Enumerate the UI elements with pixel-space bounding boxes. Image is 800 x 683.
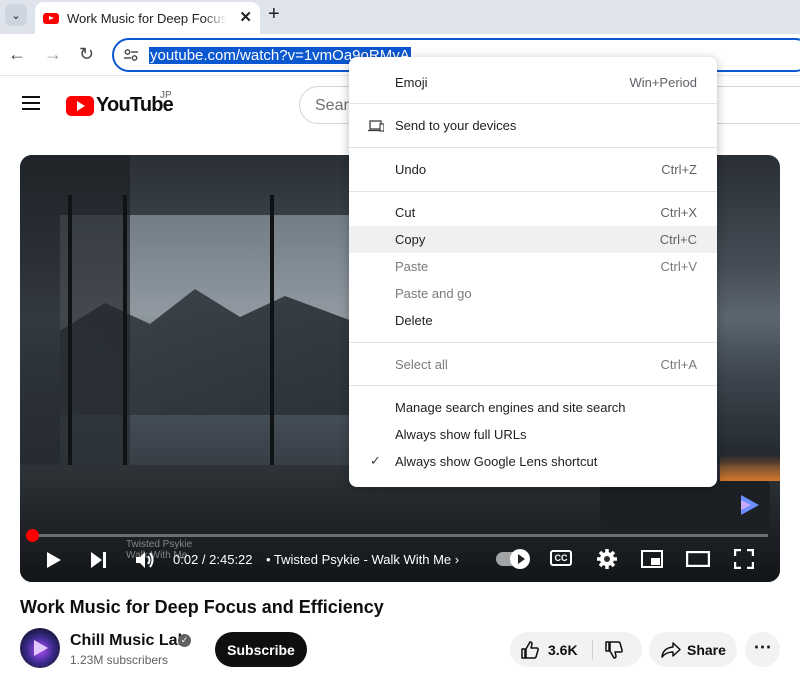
- region-code: JP: [160, 90, 172, 101]
- menu-item-manage-search-engines[interactable]: Manage search engines and site search: [349, 394, 717, 421]
- menu-item-label: Paste and go: [395, 286, 472, 301]
- menu-item-shortcut: Win+Period: [629, 75, 697, 90]
- like-count: 3.6K: [548, 642, 578, 658]
- menu-divider: [349, 385, 717, 386]
- subscribe-button[interactable]: Subscribe: [215, 632, 307, 667]
- window-mullion: [68, 195, 72, 495]
- menu-item-label: Copy: [395, 232, 426, 247]
- forward-button[interactable]: →: [44, 43, 62, 65]
- close-icon[interactable]: ✕: [239, 8, 252, 26]
- more-actions-button[interactable]: ⋯: [745, 632, 780, 667]
- menu-item-select-all[interactable]: Select all Ctrl+A: [349, 351, 717, 378]
- share-arrow-icon: [661, 642, 681, 658]
- youtube-logo[interactable]: YouTube: [66, 94, 174, 117]
- context-menu: Emoji Win+Period Send to your devices Un…: [349, 57, 717, 487]
- youtube-favicon-icon: [43, 12, 59, 24]
- autoplay-toggle[interactable]: [496, 549, 530, 569]
- share-label: Share: [687, 642, 726, 658]
- chapter-label: • Twisted Psykie - Walk With Me: [266, 552, 452, 567]
- progress-bar[interactable]: [32, 534, 768, 537]
- site-info-icon[interactable]: [123, 47, 139, 63]
- menu-item-shortcut: Ctrl+C: [659, 232, 697, 247]
- fullscreen-icon[interactable]: [734, 549, 754, 569]
- player-controls: Twisted Psykie Walk With Me 0:02 / 2:45:…: [20, 539, 780, 575]
- tab-strip: ⌄ Work Music for Deep Focus and Efficien…: [0, 0, 800, 34]
- menu-item-shortcut: Ctrl+V: [660, 259, 697, 274]
- menu-item-copy[interactable]: Copy Ctrl+C: [349, 226, 717, 253]
- menu-item-send-to-devices[interactable]: Send to your devices: [349, 112, 717, 139]
- theater-mode-icon[interactable]: [686, 551, 710, 567]
- share-button[interactable]: Share: [649, 632, 737, 667]
- miniplayer-icon[interactable]: [641, 550, 663, 568]
- channel-name[interactable]: Chill Music Lab: [70, 632, 187, 650]
- menu-item-shortcut: Ctrl+Z: [661, 162, 697, 177]
- menu-divider: [349, 342, 717, 343]
- menu-item-label: Undo: [395, 162, 427, 177]
- menu-item-show-full-urls[interactable]: Always show full URLs: [349, 421, 717, 448]
- tab-search-button[interactable]: ⌄: [5, 4, 27, 26]
- ghost-line-1: Twisted Psykie: [126, 539, 193, 550]
- menu-item-label: Always show full URLs: [395, 427, 527, 442]
- next-icon[interactable]: [90, 551, 108, 569]
- menu-item-google-lens-shortcut[interactable]: ✓ Always show Google Lens shortcut: [349, 448, 717, 475]
- window-mullion: [123, 195, 127, 495]
- menu-item-label: Emoji: [395, 75, 428, 90]
- menu-item-label: Manage search engines and site search: [395, 400, 626, 415]
- like-divider: [592, 640, 593, 660]
- menu-item-shortcut: Ctrl+X: [660, 205, 697, 220]
- thumbs-up-icon[interactable]: [520, 640, 540, 660]
- menu-item-label: Select all: [395, 357, 448, 372]
- menu-item-paste-and-go[interactable]: Paste and go: [349, 280, 717, 307]
- window-mullion: [270, 195, 274, 495]
- menu-divider: [349, 191, 717, 192]
- video-title: Work Music for Deep Focus and Efficiency: [20, 597, 384, 617]
- menu-item-label: Cut: [395, 205, 416, 220]
- back-button[interactable]: ←: [8, 43, 26, 65]
- like-dislike-group: 3.6K: [510, 632, 642, 667]
- video-frame-fireplace: [720, 455, 780, 481]
- chevron-right-icon: ›: [454, 552, 460, 567]
- chapter-title[interactable]: • Twisted Psykie - Walk With Me ›: [266, 552, 459, 567]
- menu-item-label: Paste: [395, 259, 429, 274]
- tab-youtube[interactable]: Work Music for Deep Focus and Efficiency…: [35, 2, 260, 34]
- menu-item-cut[interactable]: Cut Ctrl+X: [349, 199, 717, 226]
- menu-item-paste[interactable]: Paste Ctrl+V: [349, 253, 717, 280]
- menu-item-shortcut: Ctrl+A: [660, 357, 697, 372]
- chevron-down-icon: ⌄: [11, 9, 21, 22]
- devices-icon: [368, 120, 384, 132]
- menu-item-label: Always show Google Lens shortcut: [395, 454, 598, 469]
- time-display: 0:02 / 2:45:22: [173, 552, 253, 567]
- hamburger-menu-icon[interactable]: [22, 96, 40, 110]
- subtitles-icon[interactable]: CC: [550, 550, 572, 566]
- checkmark-icon: ✓: [370, 453, 381, 468]
- new-tab-button[interactable]: +: [268, 4, 280, 24]
- menu-item-emoji[interactable]: Emoji Win+Period: [349, 69, 717, 96]
- menu-item-label: Delete: [395, 313, 433, 328]
- channel-avatar[interactable]: [20, 628, 60, 668]
- tab-title: Work Music for Deep Focus and Efficiency…: [67, 10, 227, 26]
- browser-window: ⌄ Work Music for Deep Focus and Efficien…: [0, 0, 800, 683]
- menu-item-label: Send to your devices: [395, 118, 517, 133]
- youtube-play-logo-icon: [66, 95, 94, 116]
- subscriber-count: 1.23M subscribers: [70, 653, 169, 667]
- channel-watermark-icon[interactable]: [738, 493, 760, 517]
- reload-button[interactable]: ↻: [79, 43, 94, 65]
- verified-badge-icon: ✓: [178, 634, 191, 647]
- thumbs-down-icon[interactable]: [604, 640, 624, 660]
- play-icon[interactable]: [46, 551, 62, 569]
- menu-divider: [349, 147, 717, 148]
- progress-scrubber[interactable]: [26, 529, 39, 542]
- menu-item-delete[interactable]: Delete: [349, 307, 717, 334]
- autoplay-play-icon: [510, 549, 530, 569]
- menu-divider: [349, 103, 717, 104]
- menu-item-undo[interactable]: Undo Ctrl+Z: [349, 156, 717, 183]
- settings-gear-icon[interactable]: [596, 548, 618, 570]
